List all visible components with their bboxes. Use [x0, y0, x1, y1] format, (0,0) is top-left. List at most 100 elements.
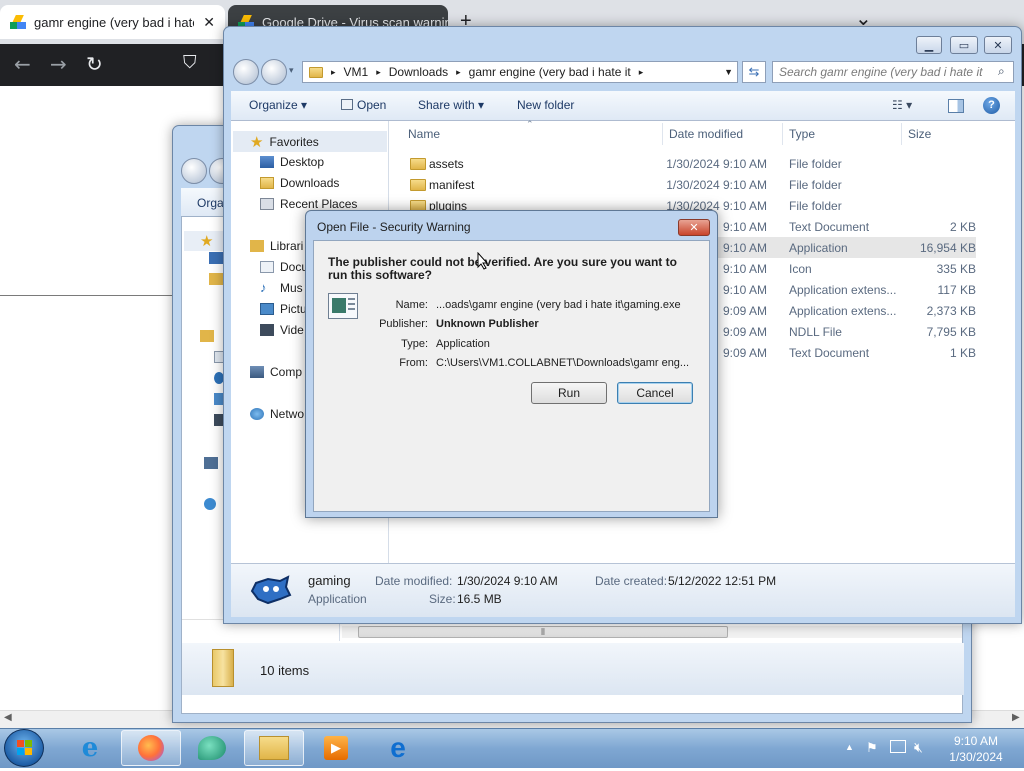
close-button[interactable]: ✕ — [984, 36, 1012, 54]
back-nav-button[interactable] — [233, 59, 259, 85]
breadcrumb-chevron-icon[interactable]: ▸ — [331, 67, 336, 78]
taskbar-media-player[interactable]: ▶ — [306, 730, 366, 766]
breadcrumb-chevron-icon[interactable]: ▸ — [456, 67, 461, 78]
refresh-icon[interactable]: ⇆ — [742, 61, 766, 83]
search-input[interactable]: Search gamr engine (very bad i hate it — [772, 61, 1014, 83]
back-icon[interactable]: ← — [14, 52, 31, 76]
taskbar-firefox[interactable] — [121, 730, 181, 766]
nav-documents[interactable]: Docu — [260, 260, 308, 274]
taskbar-edge[interactable]: e — [368, 730, 428, 766]
action-center-flag-icon[interactable]: ⚑ — [866, 740, 878, 756]
edge-icon: e — [390, 732, 406, 763]
recent-pages-chevron-icon[interactable]: ▾ — [289, 65, 294, 76]
start-button[interactable] — [4, 729, 44, 767]
nav-network[interactable] — [204, 498, 216, 510]
minimize-button[interactable]: ▁ — [916, 36, 942, 54]
file-row[interactable]: assets 1/30/2024 9:10 AM File folder — [396, 153, 976, 174]
scroll-right-arrow-icon[interactable]: ▶ — [1012, 712, 1020, 723]
taskbar-app[interactable] — [182, 730, 242, 766]
nav-network[interactable]: Netwo — [250, 407, 304, 421]
clock[interactable]: 9:10 AM 1/30/2024 — [936, 733, 1016, 765]
close-tab-icon[interactable]: ✕ — [203, 14, 215, 31]
nav-desktop[interactable]: Desktop — [260, 155, 324, 169]
open-button[interactable]: Open — [341, 98, 386, 112]
run-button[interactable]: Run — [531, 382, 607, 404]
taskbar-internet-explorer[interactable]: e — [60, 730, 120, 766]
column-header-date[interactable]: Date modified — [669, 127, 743, 141]
nav-downloads[interactable]: Downloads — [260, 176, 339, 190]
reload-icon[interactable]: ↻ — [86, 52, 103, 76]
organize-menu[interactable]: Organize ▾ — [249, 98, 307, 112]
file-size: 335 KB — [936, 262, 976, 276]
file-type: File folder — [789, 178, 842, 192]
file-size: 2 KB — [949, 220, 976, 234]
column-header-type[interactable]: Type — [789, 127, 815, 141]
search-icon[interactable]: ⌕ — [998, 64, 1005, 79]
taskbar-windows-explorer[interactable] — [244, 730, 304, 766]
new-folder-button[interactable]: New folder — [517, 98, 574, 112]
cancel-button[interactable]: Cancel — [617, 382, 693, 404]
preview-pane-icon[interactable] — [948, 99, 964, 113]
nav-computer[interactable] — [204, 457, 218, 469]
nav-videos[interactable]: Vide — [260, 323, 304, 337]
file-date-modified: 9:10 AM — [722, 262, 767, 276]
breadcrumb-current-folder[interactable]: gamr engine (very bad i hate it — [469, 65, 631, 79]
breadcrumb-chevron-icon[interactable]: ▸ — [376, 67, 381, 78]
help-icon[interactable]: ? — [983, 97, 1000, 114]
details-date-created-label: Date created: — [595, 574, 668, 588]
star-icon: ★ — [200, 233, 214, 250]
horizontal-scrollbar[interactable]: ⦀ — [342, 626, 962, 638]
clock-date: 1/30/2024 — [949, 750, 1003, 764]
forward-icon[interactable]: → — [50, 52, 67, 76]
column-separator[interactable] — [782, 123, 783, 145]
nav-libraries[interactable]: Librari — [250, 239, 303, 253]
network-icon — [250, 408, 264, 420]
details-date-modified: 1/30/2024 9:10 AM — [457, 574, 558, 588]
back-nav-button[interactable] — [181, 158, 207, 184]
chat-app-icon — [198, 736, 226, 760]
nav-libraries[interactable] — [200, 330, 214, 342]
file-date-modified: 9:09 AM — [722, 304, 767, 318]
volume-muted-icon[interactable]: 🔇︎ — [914, 739, 923, 756]
breadcrumb-chevron-icon[interactable]: ▸ — [639, 67, 644, 78]
column-header-size[interactable]: Size — [908, 127, 931, 141]
show-hidden-icons[interactable]: ▲ — [845, 742, 854, 752]
nav-music[interactable]: ♪ Mus — [260, 281, 303, 295]
nav-favorites[interactable]: ★ Favorites — [250, 133, 319, 151]
address-bar[interactable]: ▸ VM1 ▸ Downloads ▸ gamr engine (very ba… — [302, 61, 738, 83]
details-date-modified-label: Date modified: — [375, 574, 453, 588]
file-type: File folder — [789, 157, 842, 171]
file-row[interactable]: manifest 1/30/2024 9:10 AM File folder — [396, 174, 976, 195]
file-size: 2,373 KB — [926, 304, 976, 318]
browser-tab-active[interactable]: gamr engine (very bad i hate it ✕ — [0, 5, 225, 39]
nav-pictures[interactable]: Pictu — [260, 302, 307, 316]
file-date-modified: 1/30/2024 9:10 AM — [666, 157, 767, 171]
dialog-close-button[interactable]: ✕ — [678, 219, 710, 236]
libraries-icon — [250, 240, 264, 252]
column-header-name[interactable]: Name — [408, 127, 440, 141]
organize-menu[interactable]: Orga — [197, 196, 224, 210]
scroll-left-arrow-icon[interactable]: ◀ — [4, 712, 12, 723]
desktop-icon — [260, 156, 274, 168]
forward-nav-button[interactable] — [261, 59, 287, 85]
scrollbar-thumb[interactable]: ⦀ — [358, 626, 728, 638]
folder-icon — [309, 66, 323, 78]
shield-icon[interactable]: ⛉ — [183, 52, 197, 73]
firefox-icon — [138, 735, 164, 761]
breadcrumb-vm1[interactable]: VM1 — [344, 65, 369, 79]
share-with-menu[interactable]: Share with ▾ — [418, 98, 484, 112]
maximize-button[interactable]: ▭ — [950, 36, 978, 54]
network-tray-icon[interactable] — [890, 740, 906, 753]
column-separator[interactable] — [662, 123, 663, 145]
column-separator[interactable] — [901, 123, 902, 145]
nav-computer[interactable]: Comp — [250, 365, 302, 379]
file-name: assets — [429, 157, 464, 171]
view-options-icon[interactable]: ☷ ▾ — [892, 98, 912, 112]
address-dropdown-icon[interactable]: ▼ — [724, 67, 733, 77]
file-type: Text Document — [789, 220, 870, 234]
dialog-title: Open File - Security Warning — [317, 220, 471, 234]
sort-arrow-icon: ⌃ — [526, 119, 534, 129]
breadcrumb-downloads[interactable]: Downloads — [389, 65, 448, 79]
file-date-modified: 9:10 AM — [722, 220, 767, 234]
nav-recent-places[interactable]: Recent Places — [260, 197, 357, 211]
